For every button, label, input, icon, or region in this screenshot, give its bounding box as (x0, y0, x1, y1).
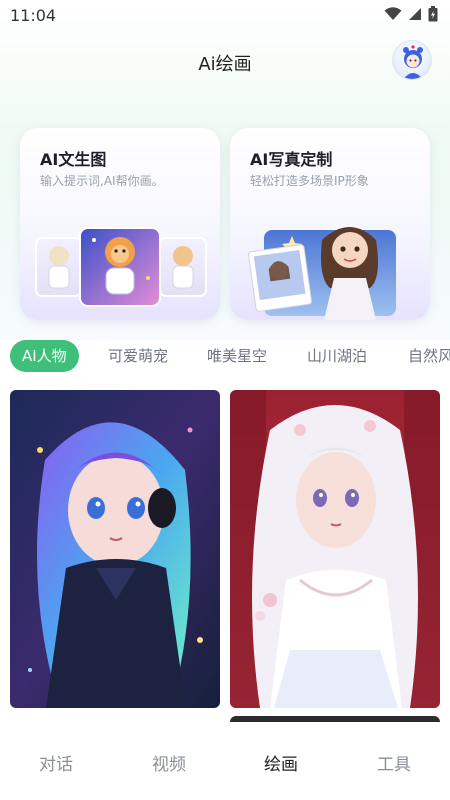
tab-cute-pets[interactable]: 可爱萌宠 (108, 340, 168, 372)
ai-portrait-card[interactable]: AI写真定制 轻松打造多场景IP形象 (230, 128, 430, 320)
gallery-image-1[interactable] (10, 390, 220, 708)
nav-chat[interactable]: 对话 (26, 750, 86, 775)
bottom-navigation: 对话 视频 绘画 工具 (0, 722, 450, 800)
page-title: Ai绘画 (198, 54, 252, 75)
tab-ai-characters[interactable]: AI人物 (10, 340, 79, 372)
avatar[interactable] (392, 40, 432, 80)
app-header: Ai绘画 (0, 40, 450, 84)
status-time: 11:04 (10, 6, 57, 25)
wifi-icon (384, 7, 402, 21)
tab-mountains-lakes[interactable]: 山川湖泊 (307, 340, 367, 372)
tab-nature[interactable]: 自然风 (408, 340, 450, 372)
card-illustration (35, 227, 207, 307)
gallery-image-2[interactable] (230, 390, 440, 708)
nav-drawing[interactable]: 绘画 (251, 750, 311, 775)
battery-icon (428, 6, 438, 22)
nav-tools[interactable]: 工具 (364, 750, 424, 775)
card-illustration (247, 227, 396, 320)
ai-text-to-image-card[interactable]: AI文生图 输入提示词,AI帮你画。 (20, 128, 220, 320)
status-bar: 11:04 (0, 0, 450, 32)
tab-starry-sky[interactable]: 唯美星空 (207, 340, 267, 372)
signal-icon (408, 7, 422, 21)
status-icons (384, 6, 438, 22)
nav-video[interactable]: 视频 (139, 750, 199, 775)
category-tabs: AI人物 可爱萌宠 唯美星空 山川湖泊 自然风 (0, 338, 450, 374)
